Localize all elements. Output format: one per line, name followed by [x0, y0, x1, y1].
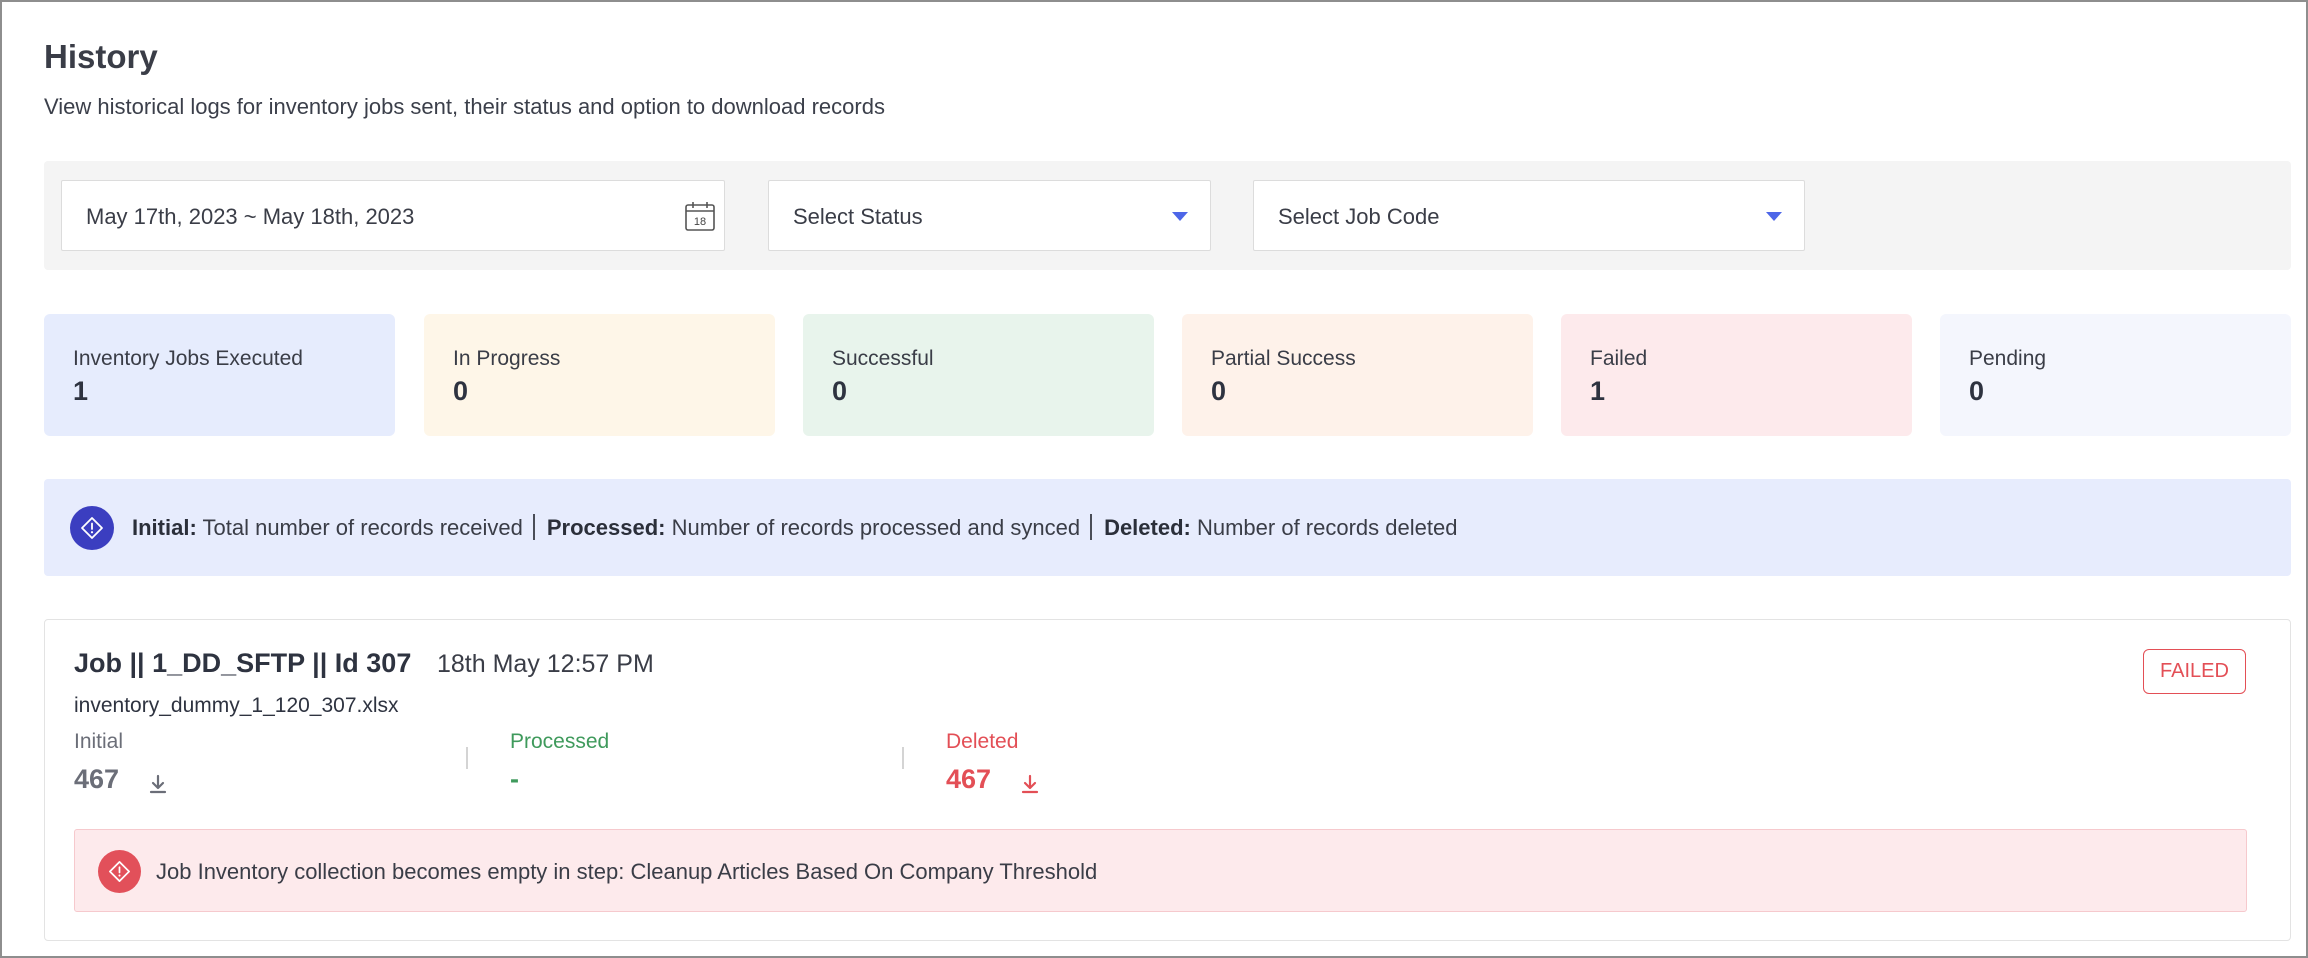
stat-card-successful: Successful 0: [803, 314, 1154, 436]
stat-label: Failed: [1590, 347, 1648, 370]
page-subtitle: View historical logs for inventory jobs …: [44, 94, 885, 119]
download-icon[interactable]: [148, 772, 168, 796]
metric-label: Processed: [510, 730, 610, 753]
status-select[interactable]: Select Status: [768, 180, 1211, 251]
deleted-count: 467: [946, 764, 992, 794]
chevron-down-icon: [1172, 212, 1188, 221]
legend-initial-term: Initial:: [132, 515, 197, 540]
download-icon[interactable]: [1020, 772, 1040, 796]
legend-processed-desc: Number of records processed and synced: [671, 515, 1081, 540]
job-timestamp: 18th May 12:57 PM: [437, 650, 654, 678]
stat-card-jobs-executed: Inventory Jobs Executed 1: [44, 314, 395, 436]
error-message-bar: Job Inventory collection becomes empty i…: [74, 829, 2247, 912]
stat-value: 0: [1211, 376, 1227, 406]
legend-initial-desc: Total number of records received: [202, 515, 523, 540]
metric-divider: [902, 747, 904, 769]
metric-divider: [466, 747, 468, 769]
metric-label: Deleted: [946, 730, 1019, 753]
legend-divider: [532, 514, 535, 541]
stat-card-pending: Pending 0: [1940, 314, 2291, 436]
legend-banner: Initial: Total number of records receive…: [44, 479, 2291, 576]
calendar-icon[interactable]: 18: [684, 200, 716, 232]
status-select-placeholder: Select Status: [793, 204, 923, 229]
chevron-down-icon: [1766, 212, 1782, 221]
legend-processed-term: Processed:: [546, 515, 666, 540]
error-message: Job Inventory collection becomes empty i…: [156, 859, 1098, 884]
job-code-select[interactable]: Select Job Code: [1253, 180, 1805, 251]
metric-value: 467: [946, 764, 1039, 795]
date-range-value: May 17th, 2023 ~ May 18th, 2023: [86, 204, 415, 229]
stat-card-in-progress: In Progress 0: [424, 314, 775, 436]
stat-value: 1: [1590, 376, 1606, 406]
processed-count: -: [510, 764, 519, 794]
legend-deleted-term: Deleted:: [1104, 515, 1191, 540]
legend-divider: [1090, 514, 1093, 541]
error-diamond-icon: [98, 850, 141, 893]
stat-label: Partial Success: [1211, 347, 1356, 370]
stat-label: Pending: [1969, 347, 2047, 370]
stat-card-partial-success: Partial Success 0: [1182, 314, 1533, 436]
metric-label: Initial: [74, 730, 124, 753]
legend-text: Initial: Total number of records receive…: [132, 479, 1457, 576]
stat-value: 0: [832, 376, 848, 406]
job-file-name: inventory_dummy_1_120_307.xlsx: [74, 694, 399, 717]
job-code-select-placeholder: Select Job Code: [1278, 204, 1440, 229]
job-card: Job || 1_DD_SFTP || Id 307 18th May 12:5…: [44, 619, 2291, 941]
stat-value: 0: [1969, 376, 1985, 406]
stat-value: 1: [73, 376, 89, 406]
page-title: History: [44, 38, 158, 75]
stat-label: Successful: [832, 347, 934, 370]
stat-label: Inventory Jobs Executed: [73, 347, 303, 370]
info-diamond-icon: [70, 506, 114, 550]
calendar-day: 18: [694, 216, 706, 228]
legend-deleted-desc: Number of records deleted: [1196, 515, 1458, 540]
filter-bar: May 17th, 2023 ~ May 18th, 2023 18 Selec…: [44, 161, 2291, 270]
job-title: Job || 1_DD_SFTP || Id 307: [74, 648, 412, 678]
stat-card-failed: Failed 1: [1561, 314, 1912, 436]
metric-processed: Processed -: [510, 730, 610, 794]
initial-count: 467: [74, 764, 120, 794]
metric-initial: Initial 467: [74, 730, 167, 794]
stat-value: 0: [453, 376, 469, 406]
metric-deleted: Deleted 467: [946, 730, 1039, 794]
date-range-picker[interactable]: May 17th, 2023 ~ May 18th, 2023 18: [61, 180, 725, 251]
status-badge: FAILED: [2143, 649, 2246, 694]
metric-value: 467: [74, 764, 167, 795]
page-frame: History View historical logs for invento…: [0, 0, 2308, 958]
stat-label: In Progress: [453, 347, 561, 370]
